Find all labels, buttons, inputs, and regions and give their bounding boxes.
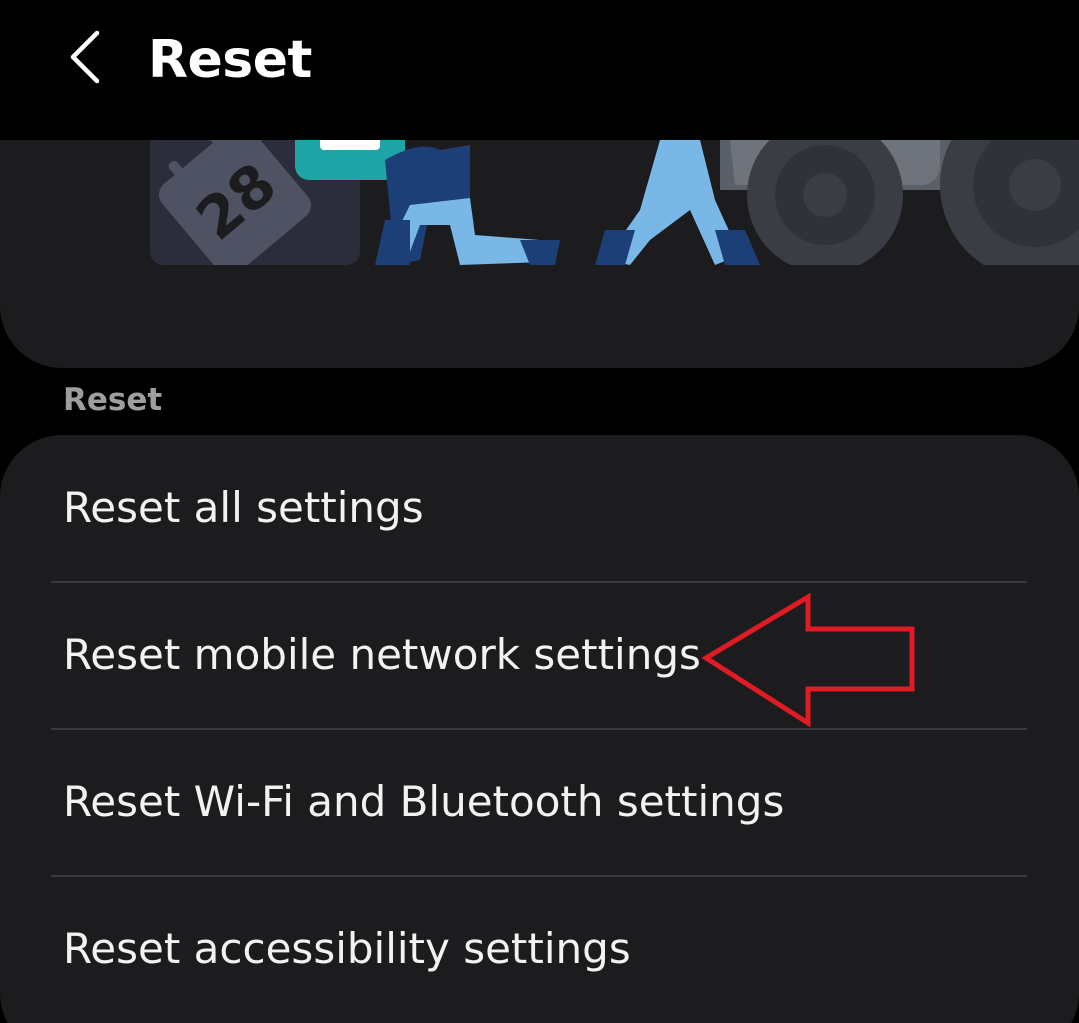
section-header: Reset: [63, 382, 163, 418]
hero-illustration-card: 28: [0, 100, 1079, 368]
list-item-label: Reset Wi-Fi and Bluetooth settings: [63, 777, 785, 826]
reset-options-list: Reset all settings Reset mobile network …: [0, 435, 1079, 1023]
reset-screen: 28 Reset Reset Reset all settings Reset …: [0, 0, 1079, 1023]
arrow-left-icon: [701, 593, 915, 728]
reset-wifi-bluetooth-settings-item[interactable]: Reset Wi-Fi and Bluetooth settings: [0, 729, 1079, 875]
list-item-label: Reset mobile network settings: [63, 630, 701, 679]
back-button[interactable]: [50, 22, 120, 92]
page-title: Reset: [148, 30, 312, 90]
hero-illustration: 28: [150, 100, 1079, 368]
reset-all-settings-item[interactable]: Reset all settings: [0, 435, 1079, 581]
list-item-label: Reset all settings: [63, 483, 424, 532]
reset-accessibility-settings-item[interactable]: Reset accessibility settings: [0, 876, 1079, 1022]
list-item-label: Reset accessibility settings: [63, 924, 631, 973]
chevron-left-icon: [70, 30, 100, 84]
app-bar: Reset: [0, 0, 1079, 140]
